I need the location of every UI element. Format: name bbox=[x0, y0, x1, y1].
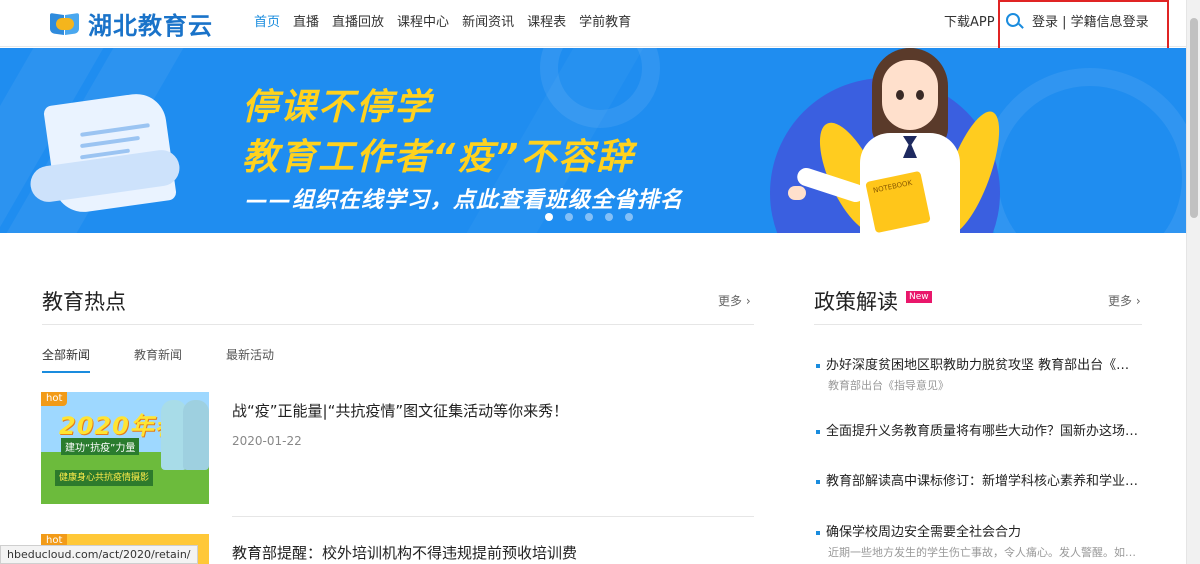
carousel-dot[interactable] bbox=[565, 213, 573, 221]
carousel-dot[interactable] bbox=[585, 213, 593, 221]
site-logo[interactable]: 湖北教育云 bbox=[48, 6, 213, 40]
divider bbox=[42, 324, 754, 325]
divider bbox=[814, 324, 1142, 325]
policy-item[interactable]: 办好深度贫困地区职教助力脱贫攻坚 教育部出台《职业... 教育部出台《指导意见》 bbox=[816, 354, 1144, 393]
nav-item-courses[interactable]: 课程中心 bbox=[397, 14, 449, 32]
teacher-illustration: NOTEBOOK bbox=[760, 48, 1012, 233]
nav-item-news[interactable]: 新闻资讯 bbox=[462, 14, 514, 32]
tab-latest-events[interactable]: 最新活动 bbox=[226, 346, 274, 373]
news-thumbnail[interactable]: 2020年春 建功“抗疫”力量 健康身心共抗疫情摄影 hot bbox=[41, 392, 209, 504]
paper-scroll-illustration bbox=[20, 88, 190, 228]
news-title[interactable]: 教育部提醒：校外培训机构不得违规提前预收培训费 bbox=[232, 542, 577, 563]
news-date: 2020-01-22 bbox=[232, 434, 302, 448]
banner-carousel-dots bbox=[545, 213, 633, 221]
main-nav: 首页 直播 直播回放 课程中心 新闻资讯 课程表 学前教育 bbox=[254, 14, 644, 32]
carousel-dot[interactable] bbox=[605, 213, 613, 221]
policy-item[interactable]: 全面提升义务教育质量将有哪些大动作？国新办这场发... bbox=[816, 420, 1142, 439]
logo-book-icon bbox=[48, 8, 82, 38]
notebook-image: NOTEBOOK bbox=[865, 170, 931, 233]
hot-more-link[interactable]: 更多 › bbox=[718, 292, 751, 309]
carousel-dot[interactable] bbox=[545, 213, 553, 221]
page-scrollbar[interactable] bbox=[1186, 0, 1200, 564]
nav-item-schedule[interactable]: 课程表 bbox=[527, 14, 566, 32]
carousel-dot[interactable] bbox=[625, 213, 633, 221]
page: 湖北教育云 首页 直播 直播回放 课程中心 新闻资讯 课程表 学前教育 下载AP… bbox=[0, 0, 1200, 564]
nav-item-replay[interactable]: 直播回放 bbox=[332, 14, 384, 32]
banner-slogan-line2: 教育工作者“疫”不容辞 bbox=[242, 137, 635, 178]
tab-all-news[interactable]: 全部新闻 bbox=[42, 346, 91, 373]
status-bar-url: hbeducloud.com/act/2020/retain/ bbox=[0, 545, 198, 564]
section-title-policy: 政策解读 bbox=[814, 290, 898, 314]
nav-item-preschool[interactable]: 学前教育 bbox=[579, 14, 631, 32]
banner-slogan-line1: 停课不停学 bbox=[242, 87, 433, 128]
scrollbar-thumb[interactable] bbox=[1190, 18, 1198, 218]
section-title-hot: 教育热点 bbox=[42, 290, 126, 314]
policy-item[interactable]: 教育部解读高中课标修订：新增学科核心素养和学业质... bbox=[816, 470, 1142, 489]
hot-badge: hot bbox=[41, 392, 68, 406]
nav-item-home[interactable]: 首页 bbox=[254, 14, 280, 32]
policy-more-link[interactable]: 更多 › bbox=[1108, 292, 1141, 309]
news-tabs: 全部新闻 教育新闻 最新活动 bbox=[42, 346, 318, 373]
policy-item[interactable]: 确保学校周边安全需要全社会合力 近期一些地方发生的学生伤亡事故，令人痛心。发人警… bbox=[816, 521, 1144, 560]
tab-education-news[interactable]: 教育新闻 bbox=[134, 346, 182, 373]
banner-slogan-line3: ——组织在线学习，点此查看班级全省排名 bbox=[246, 188, 684, 213]
nav-item-live[interactable]: 直播 bbox=[293, 14, 319, 32]
divider bbox=[232, 516, 754, 517]
news-title[interactable]: 战“疫”正能量|“共抗疫情”图文征集活动等你来秀！ bbox=[232, 400, 568, 421]
hero-banner[interactable]: 停课不停学 教育工作者“疫”不容辞 ——组织在线学习，点此查看班级全省排名 NO… bbox=[0, 48, 1186, 233]
logo-text: 湖北教育云 bbox=[88, 11, 213, 40]
new-badge: New bbox=[906, 291, 932, 303]
download-app-link[interactable]: 下载APP bbox=[944, 14, 995, 32]
